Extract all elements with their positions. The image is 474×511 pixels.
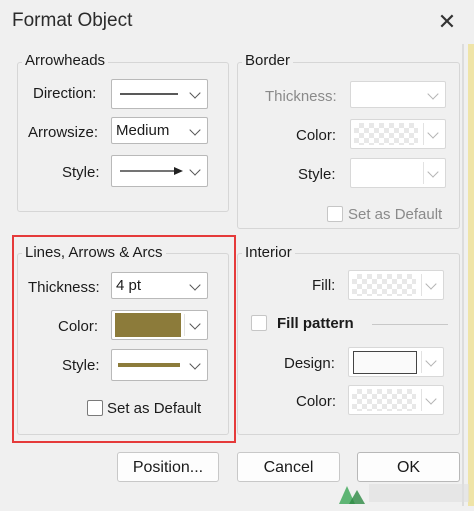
fill-select[interactable] — [348, 270, 444, 300]
chevron-down-icon — [427, 166, 439, 178]
chevron-down-icon — [425, 355, 437, 367]
border-color-select[interactable] — [350, 119, 446, 149]
chevron-down-icon — [425, 278, 437, 290]
border-thickness-select[interactable] — [350, 81, 446, 108]
watermark-logo — [335, 476, 474, 506]
window-title: Format Object — [12, 10, 133, 31]
background-strip — [468, 44, 474, 506]
border-default-label: Set as Default — [348, 206, 443, 223]
fill-pattern-checkbox[interactable] — [251, 315, 267, 331]
chevron-down-icon — [189, 164, 201, 176]
chevron-down-icon — [427, 88, 439, 100]
border-default-checkbox[interactable] — [327, 206, 343, 222]
line-sample-icon — [120, 93, 178, 95]
fill-pattern-divider — [372, 324, 448, 325]
color-swatch-empty — [354, 123, 418, 145]
chevron-down-icon — [189, 124, 201, 136]
design-swatch — [353, 351, 417, 374]
fill-label: Fill: — [312, 277, 336, 294]
chevron-down-icon — [189, 87, 201, 99]
position-button[interactable]: Position... — [117, 452, 219, 482]
border-style-label: Style: — [298, 166, 336, 183]
arrowsize-value: Medium — [116, 122, 170, 139]
arrowsize-label: Arrowsize: — [28, 124, 99, 141]
arrowheads-group-label: Arrowheads — [22, 52, 109, 69]
arrowheads-style-select[interactable] — [111, 155, 208, 187]
interior-group-label: Interior — [242, 244, 295, 261]
border-thickness-label: Thickness: — [265, 88, 337, 105]
interior-color-select[interactable] — [348, 385, 444, 415]
design-label: Design: — [284, 355, 335, 372]
window-edge — [462, 44, 464, 506]
arrow-line-icon — [120, 167, 183, 175]
arrowheads-style-label: Style: — [62, 164, 100, 181]
interior-color-swatch-empty — [352, 389, 416, 411]
border-group-label: Border — [242, 52, 294, 69]
arrowsize-select[interactable]: Medium — [111, 117, 208, 144]
border-color-label: Color: — [296, 127, 337, 144]
direction-select[interactable] — [111, 79, 208, 109]
cancel-button[interactable]: Cancel — [237, 452, 340, 482]
highlight-box — [12, 235, 236, 443]
interior-color-label: Color: — [296, 393, 337, 410]
chevron-down-icon — [425, 393, 437, 405]
title-bar: Format Object ✕ — [0, 0, 474, 44]
watermark-icon — [339, 484, 469, 504]
direction-label: Direction: — [33, 85, 97, 102]
close-icon[interactable]: ✕ — [434, 10, 460, 34]
fill-pattern-label: Fill pattern — [277, 315, 354, 332]
fill-swatch-empty — [352, 274, 416, 296]
chevron-down-icon — [427, 127, 439, 139]
border-style-select[interactable] — [350, 158, 446, 188]
design-select[interactable] — [348, 347, 444, 377]
